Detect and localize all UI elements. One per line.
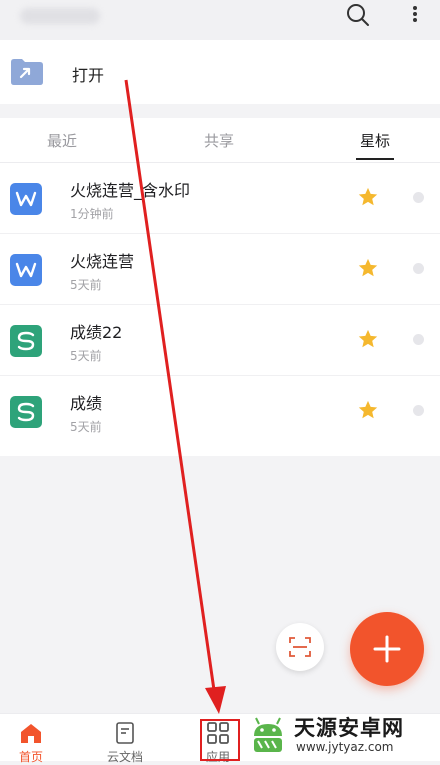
file-time: 5天前 (70, 349, 102, 363)
watermark: 天源安卓网 www.jytyaz.com (240, 708, 440, 760)
writer-doc-icon (10, 254, 42, 286)
file-time: 5天前 (70, 420, 102, 434)
list-item[interactable]: 成绩 5天前 (0, 376, 440, 456)
more-dot-icon[interactable] (413, 192, 424, 203)
nav-label: 云文档 (106, 750, 143, 764)
folder-open-icon (10, 58, 44, 86)
tab-starred[interactable]: 星标 (360, 130, 390, 151)
nav-home[interactable]: 首页 (0, 714, 76, 764)
open-file-row[interactable]: 打开 (0, 40, 440, 104)
scan-icon (289, 637, 311, 657)
top-bar (0, 0, 440, 40)
list-item[interactable]: 火烧连营 5天前 (0, 234, 440, 305)
list-item[interactable]: 成绩22 5天前 (0, 305, 440, 376)
search-icon[interactable] (344, 2, 372, 28)
tab-bar: 最近 共享 星标 (0, 118, 440, 163)
create-new-button[interactable] (350, 612, 424, 686)
watermark-url: www.jytyaz.com (296, 740, 394, 754)
file-name: 火烧连营 (70, 252, 135, 271)
more-dot-icon[interactable] (413, 334, 424, 345)
annotation-highlight-box (200, 719, 240, 761)
nav-cloud-docs[interactable]: 云文档 (80, 714, 170, 764)
tab-recent[interactable]: 最近 (47, 130, 77, 151)
blurred-title (20, 8, 100, 24)
document-icon (116, 722, 134, 744)
plus-icon (373, 635, 401, 663)
spreadsheet-icon (10, 325, 42, 357)
writer-doc-icon (10, 183, 42, 215)
file-time: 1分钟前 (70, 207, 114, 221)
star-icon[interactable] (357, 399, 379, 421)
star-icon[interactable] (357, 328, 379, 350)
more-options-icon[interactable] (404, 2, 426, 28)
file-name: 火烧连营_含水印 (70, 181, 191, 200)
star-icon[interactable] (357, 257, 379, 279)
home-icon (21, 724, 41, 743)
nav-label: 首页 (18, 750, 43, 764)
file-list: 火烧连营_含水印 1分钟前 火烧连营 5天前 成绩22 5天前 成绩 5天前 (0, 163, 440, 456)
list-item[interactable]: 火烧连营_含水印 1分钟前 (0, 163, 440, 234)
android-logo-icon (254, 717, 282, 752)
spreadsheet-icon (10, 396, 42, 428)
open-label: 打开 (72, 66, 105, 85)
more-dot-icon[interactable] (413, 263, 424, 274)
file-name: 成绩 (70, 394, 103, 413)
star-icon[interactable] (357, 186, 379, 208)
file-name: 成绩22 (70, 323, 123, 342)
tab-shared[interactable]: 共享 (204, 130, 234, 151)
more-dot-icon[interactable] (413, 405, 424, 416)
scan-button[interactable] (276, 623, 324, 671)
active-tab-indicator (356, 158, 394, 160)
file-time: 5天前 (70, 278, 102, 292)
watermark-title: 天源安卓网 (294, 716, 404, 740)
